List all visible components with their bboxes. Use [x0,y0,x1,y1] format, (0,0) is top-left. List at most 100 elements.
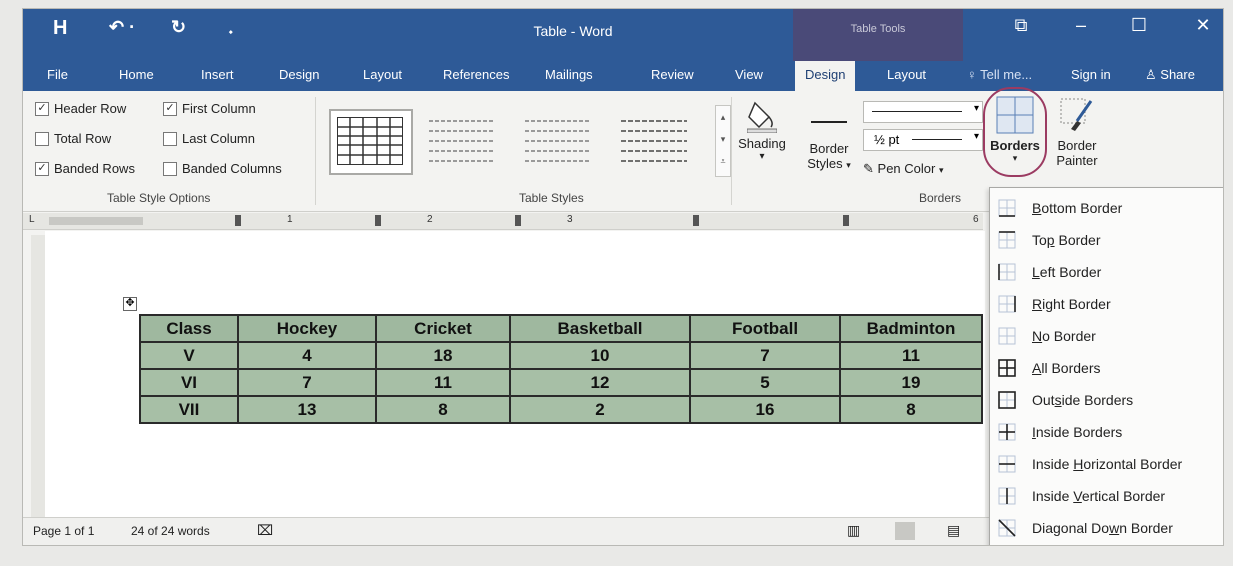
menu-item-diag-up-border[interactable]: Diagonal Up Border [990,544,1223,545]
table-cell[interactable]: VI [139,368,239,397]
share-button[interactable]: ♙ Share [1145,67,1195,83]
table-cell[interactable]: 13 [237,395,377,424]
undo-icon[interactable]: ↶ · [109,17,135,38]
menu-item-outside-border[interactable]: Outside Borders [990,384,1223,416]
table-cell[interactable]: 11 [375,368,511,397]
read-mode-icon[interactable]: ▥ [847,522,860,539]
table-cell[interactable]: 16 [689,395,841,424]
tab-mailings[interactable]: Mailings [545,67,593,82]
table-header-cell[interactable]: Football [689,314,841,343]
tab-design[interactable]: Design [279,67,319,82]
total-row-checkbox[interactable] [35,131,49,146]
chevron-up-icon[interactable]: ▴ [716,106,730,128]
close-button[interactable]: ✕ [1183,15,1223,36]
table-style-grid-selected[interactable] [329,109,413,175]
menu-item-right-border[interactable]: Right Border [990,288,1223,320]
tab-table-layout[interactable]: Layout [887,67,926,82]
table-header-cell[interactable]: Badminton [839,314,983,343]
column-marker[interactable] [375,215,381,226]
table-header-cell[interactable]: Cricket [375,314,511,343]
tab-file[interactable]: File [47,67,68,82]
table-cell[interactable]: 5 [689,368,841,397]
total-row-option[interactable]: Total Row [35,131,111,146]
header-row-checkbox[interactable]: ✓ [35,101,49,116]
column-marker[interactable] [235,215,241,226]
menu-item-top-border[interactable]: Top Border [990,224,1223,256]
redo-icon[interactable]: ↻ [171,17,186,38]
menu-item-bottom-border[interactable]: Bottom Border [990,192,1223,224]
first-column-checkbox[interactable]: ✓ [163,101,177,116]
tell-me-search[interactable]: ♀ Tell me... [967,67,1032,82]
tab-review[interactable]: Review [651,67,694,82]
table-cell[interactable]: 19 [839,368,983,397]
table-cell[interactable]: V [139,341,239,370]
table-cell[interactable]: 10 [509,341,691,370]
table-cell[interactable]: VII [139,395,239,424]
column-marker[interactable] [843,215,849,226]
proofing-icon[interactable]: ⌧ [257,522,273,539]
save-icon[interactable]: H [53,17,67,40]
minimize-button[interactable]: – [1061,15,1101,36]
menu-item-inside-h-border[interactable]: Inside Horizontal Border [990,448,1223,480]
table-move-handle-icon[interactable]: ✥ [123,297,137,311]
word-count[interactable]: 24 of 24 words [131,524,210,538]
menu-item-inside-v-border[interactable]: Inside Vertical Border [990,480,1223,512]
tab-insert[interactable]: Insert [201,67,234,82]
chevron-down-icon[interactable]: ▾ [716,128,730,150]
pen-color-button[interactable]: ✎ Pen Color ▾ [863,161,981,177]
table-cell[interactable]: 2 [509,395,691,424]
border-styles-button[interactable]: Border Styles ▾ [799,99,859,171]
horizontal-ruler[interactable]: L 1 2 3 6 [23,213,983,230]
banded-rows-option[interactable]: ✓ Banded Rows [35,161,135,176]
table-cell[interactable]: 4 [237,341,377,370]
gallery-more-icon[interactable]: ⩡ [716,150,730,172]
table-cell[interactable]: 7 [689,341,841,370]
border-painter-button[interactable]: Border Painter [1047,95,1107,168]
column-marker[interactable] [693,215,699,226]
shading-button[interactable]: Shading ▾ [735,99,789,162]
tab-references[interactable]: References [443,67,509,82]
document-table[interactable]: Class Hockey Cricket Basketball Football… [139,314,983,424]
header-row-option[interactable]: ✓ Header Row [35,101,126,116]
table-cell[interactable]: 12 [509,368,691,397]
menu-item-left-border[interactable]: Left Border [990,256,1223,288]
web-layout-icon[interactable]: ▤ [947,522,960,539]
menu-item-diag-down-border[interactable]: Diagonal Down Border [990,512,1223,544]
table-style-plain-3[interactable] [615,109,695,171]
line-weight-dropdown[interactable]: ½ pt ▾ [863,129,983,151]
table-cell[interactable]: 8 [839,395,983,424]
ribbon-display-options-icon[interactable]: ⧉ [1001,15,1041,36]
tab-home[interactable]: Home [119,67,154,82]
column-marker[interactable] [515,215,521,226]
sign-in-link[interactable]: Sign in [1071,67,1111,82]
tab-view[interactable]: View [735,67,763,82]
banded-columns-option[interactable]: Banded Columns [163,161,282,176]
table-cell[interactable]: 11 [839,341,983,370]
table-cell[interactable]: 18 [375,341,511,370]
customize-quick-access-icon[interactable]: ⬩ [229,27,233,38]
page-count[interactable]: Page 1 of 1 [33,524,94,538]
table-header-cell[interactable]: Hockey [237,314,377,343]
menu-item-all-border[interactable]: All Borders [990,352,1223,384]
maximize-button[interactable]: ☐ [1119,15,1159,36]
banded-rows-checkbox[interactable]: ✓ [35,161,49,176]
banded-columns-checkbox[interactable] [163,161,177,176]
table-style-plain-2[interactable] [519,109,599,171]
tab-table-design[interactable]: Design [795,61,856,91]
line-style-dropdown[interactable]: ▾ [863,101,983,123]
first-column-option[interactable]: ✓ First Column [163,101,256,116]
gallery-scroll-arrows[interactable]: ▴ ▾ ⩡ [715,105,731,177]
table-cell[interactable]: 8 [375,395,511,424]
menu-item-inside-border[interactable]: Inside Borders [990,416,1223,448]
table-header-cell[interactable]: Basketball [509,314,691,343]
tab-layout[interactable]: Layout [363,67,402,82]
table-header-cell[interactable]: Class [139,314,239,343]
vertical-ruler[interactable] [31,235,45,517]
print-layout-icon[interactable] [895,522,915,540]
tab-stop-icon[interactable]: L [29,214,35,225]
table-cell[interactable]: 7 [237,368,377,397]
menu-item-none-border[interactable]: No Border [990,320,1223,352]
last-column-option[interactable]: Last Column [163,131,255,146]
table-style-plain-1[interactable] [423,109,503,171]
last-column-checkbox[interactable] [163,131,177,146]
